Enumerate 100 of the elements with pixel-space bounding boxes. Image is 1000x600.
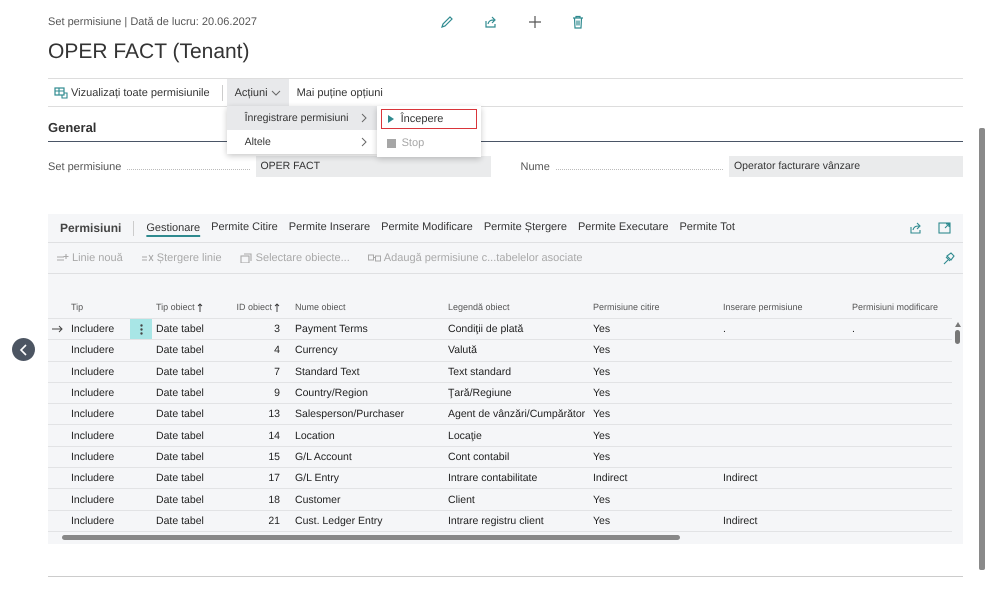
table-row[interactable]: Includere Date tabel 9 Country/Region Ţară/Regiune Yes: [48, 382, 952, 404]
table-cell: Location: [295, 430, 335, 442]
table-row[interactable]: Includere Date tabel 15 G/L Account Cont contabil Yes: [48, 446, 952, 468]
table-cell: Date tabel: [156, 514, 204, 527]
chevron-right-icon: [360, 137, 367, 147]
table-cell: Yes: [593, 323, 610, 336]
table-cell: Yes: [593, 430, 610, 442]
column-header[interactable]: Nume obiect: [295, 302, 346, 312]
table-cell: 17: [268, 472, 280, 484]
column-header[interactable]: Permisiune citire: [593, 302, 660, 312]
chevron-right-icon: [360, 113, 367, 123]
table-cell: Standard Text: [295, 366, 360, 378]
edit-icon[interactable]: [440, 15, 454, 29]
table-cell: 21: [268, 514, 280, 527]
table-cell: Date tabel: [156, 323, 204, 336]
table-cell: 9: [274, 387, 280, 400]
new-line-icon: [56, 253, 69, 263]
table-cell: Includere: [71, 408, 114, 420]
table-cell: Yes: [593, 514, 610, 527]
chevron-down-icon: [270, 90, 281, 96]
column-header[interactable]: ID obiect: [236, 302, 280, 312]
table-cell: G/L Account: [295, 450, 352, 463]
submenu-item[interactable]: Începere: [380, 109, 477, 129]
table-cell: Cust. Ledger Entry: [295, 514, 383, 527]
table-row[interactable]: Includere Date tabel 14 Location Locaţie Yes: [48, 425, 952, 447]
text-field[interactable]: Operator facturare vânzare: [729, 156, 963, 177]
pin-icon[interactable]: [942, 252, 955, 264]
table-row[interactable]: Includere Date tabel 17 G/L Entry Intrare contabilitate Indirect Indirect: [48, 468, 952, 490]
table-cell: 14: [268, 430, 280, 442]
more-vertical-icon: [140, 324, 142, 335]
tab[interactable]: Permite Ștergere: [484, 214, 567, 242]
table-cell: Locaţie: [448, 430, 482, 442]
link-tables-icon: [368, 253, 381, 263]
column-header[interactable]: Inserare permisiune: [723, 302, 803, 312]
table-cell: Includere: [71, 514, 114, 527]
menu-item[interactable]: Înregistrare permisiuni: [226, 106, 377, 130]
section-heading: General: [48, 120, 96, 135]
play-icon: [386, 114, 395, 124]
table-cell: Yes: [593, 387, 610, 400]
table-cell: Yes: [593, 450, 610, 463]
table-cell: Country/Region: [295, 387, 368, 400]
fewer-options-button[interactable]: Mai puține opțiuni: [288, 79, 391, 106]
table-cell: Yes: [593, 366, 610, 378]
table-cell: Intrare registru client: [448, 514, 544, 527]
table-icon: [54, 86, 68, 98]
table-cell: Includere: [71, 344, 114, 356]
table-cell: 13: [268, 408, 280, 420]
field-label: Set permisiune: [48, 160, 122, 172]
table-cell: Date tabel: [156, 344, 204, 356]
table-cell: Includere: [71, 366, 114, 378]
delete-line-icon: [140, 253, 154, 263]
table-cell: 18: [268, 494, 280, 506]
page-title: OPER FACT (Tenant): [48, 40, 251, 65]
column-header[interactable]: Tip obiect: [156, 302, 203, 312]
table-row[interactable]: Includere Date tabel 18 Customer Client Yes: [48, 489, 952, 511]
table-cell: Yes: [593, 344, 610, 356]
share-icon[interactable]: [484, 15, 498, 29]
table-row[interactable]: Includere Date tabel 13 Salesperson/Purchaser Agent de vânzări/Cumpărător Yes: [48, 404, 952, 426]
plus-icon[interactable]: [528, 15, 542, 29]
table-cell: Customer: [295, 494, 341, 506]
tab[interactable]: Permite Tot: [679, 214, 735, 242]
share-icon[interactable]: [909, 221, 923, 235]
table-cell: Ţară/Regiune: [448, 387, 512, 400]
table-cell: Intrare contabilitate: [448, 472, 538, 484]
view-all-button[interactable]: Vizualizați toate permisiunile: [48, 79, 218, 106]
table-cell: Payment Terms: [295, 323, 368, 336]
table-cell: Condiţii de plată: [448, 323, 524, 336]
table-cell: Date tabel: [156, 472, 204, 484]
page-scrollbar[interactable]: [979, 128, 985, 570]
table-cell: 3: [274, 323, 280, 336]
column-header[interactable]: Tip: [71, 302, 84, 312]
table-cell: Date tabel: [156, 450, 204, 463]
table-cell: Agent de vânzări/Cumpărător: [448, 408, 586, 420]
table-cell: Yes: [593, 494, 610, 506]
text-field[interactable]: OPER FACT: [256, 156, 490, 177]
expand-icon[interactable]: [938, 222, 951, 234]
tab[interactable]: Gestionare: [146, 214, 200, 242]
table-row[interactable]: Includere Date tabel 7 Standard Text Text standard Yes: [48, 362, 952, 383]
table-cell: Indirect: [593, 472, 628, 484]
table-cell: Valută: [448, 344, 477, 356]
row-menu-button[interactable]: [130, 319, 152, 340]
tab[interactable]: Permite Citire: [211, 214, 278, 242]
table-row[interactable]: Includere Date tabel 4 Currency Valută Yes: [48, 340, 952, 362]
back-button[interactable]: [12, 338, 35, 361]
page-caption: Set permisiune | Dată de lucru: 20.06.2027: [48, 16, 258, 28]
tab[interactable]: Permite Executare: [578, 214, 668, 242]
column-header[interactable]: Legendă obiect: [448, 302, 510, 312]
table-cell: Date tabel: [156, 366, 204, 378]
table-row[interactable]: Includere Date tabel 3 Payment Terms Condiţii de plată Yes . .: [48, 319, 952, 340]
delete-icon[interactable]: [572, 15, 584, 29]
table-cell: Indirect: [723, 472, 758, 484]
tab[interactable]: Permite Inserare: [288, 214, 370, 242]
table-cell: Client: [448, 494, 475, 506]
column-header[interactable]: Permisiuni modificare: [852, 302, 938, 312]
table-cell: Includere: [71, 450, 114, 463]
menu-item[interactable]: Altele: [226, 130, 377, 154]
table-cell: G/L Entry: [295, 472, 339, 484]
tab[interactable]: Permite Modificare: [381, 214, 473, 242]
part-title: Permisiuni: [60, 221, 122, 235]
table-row[interactable]: Includere Date tabel 21 Cust. Ledger Entry Intrare registru client Yes Indirect: [48, 510, 952, 532]
